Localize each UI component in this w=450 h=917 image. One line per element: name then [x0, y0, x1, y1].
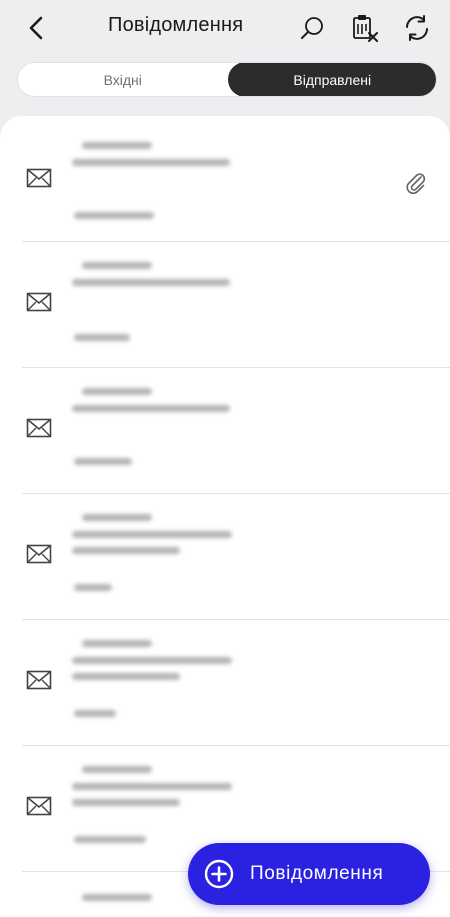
obscured-message-content: [70, 620, 260, 746]
plus-circle-icon: [204, 859, 234, 889]
message-list: [0, 116, 450, 917]
top-bar: Повідомлення: [0, 0, 450, 56]
tab-sent[interactable]: Відправлені: [227, 63, 436, 96]
list-item[interactable]: [0, 116, 450, 242]
chevron-left-icon: [29, 16, 43, 40]
folder-tabs: Вхідні Відправлені: [17, 62, 437, 97]
envelope-icon: [26, 168, 52, 188]
paperclip-icon: [406, 173, 426, 194]
delete-button[interactable]: [347, 10, 383, 46]
envelope-icon: [26, 418, 52, 438]
obscured-message-content: [70, 368, 260, 494]
obscured-message-content: [70, 242, 260, 368]
obscured-message-content: [70, 116, 260, 242]
envelope-icon: [26, 544, 52, 564]
search-button[interactable]: [294, 10, 330, 46]
list-item[interactable]: [0, 242, 450, 368]
new-message-button[interactable]: Повідомлення: [188, 843, 430, 905]
refresh-button[interactable]: [399, 10, 435, 46]
obscured-message-content: [70, 494, 260, 620]
envelope-icon: [26, 670, 52, 690]
list-item[interactable]: [0, 620, 450, 746]
search-icon: [301, 17, 323, 39]
page-title: Повідомлення: [108, 14, 244, 36]
list-item[interactable]: [0, 494, 450, 620]
back-button[interactable]: [20, 12, 52, 44]
envelope-icon: [26, 292, 52, 312]
app-root: Повідомлення Вхідні Відправлені Повідомл…: [0, 0, 450, 917]
refresh-icon: [406, 15, 428, 41]
envelope-icon: [26, 796, 52, 816]
list-item[interactable]: [0, 368, 450, 494]
clipboard-delete-icon: [353, 15, 378, 42]
new-message-label: Повідомлення: [250, 863, 384, 884]
tab-inbox[interactable]: Вхідні: [18, 63, 228, 96]
